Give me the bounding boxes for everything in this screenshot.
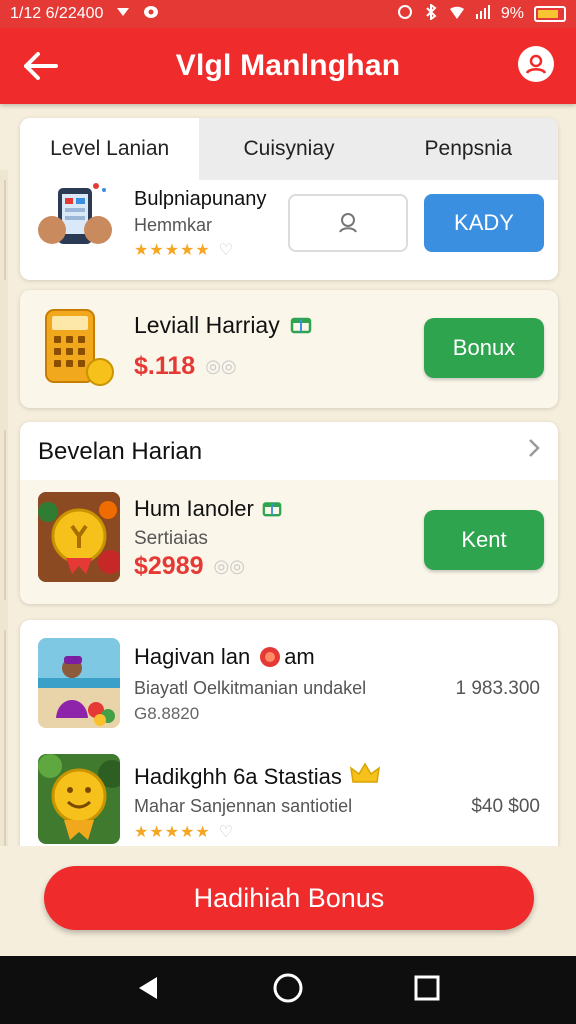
level-price: $.118 xyxy=(134,352,196,380)
list-item-name: Hagivan lan xyxy=(134,644,251,669)
page-title: Vlgl Manlnghan xyxy=(175,49,401,82)
find-user-button[interactable] xyxy=(288,194,408,252)
daily-section-card: Bevelan Harian Hum Ianoler Sertiaias $29… xyxy=(20,422,558,604)
rating-stars-icon: ★★★★★ xyxy=(134,242,211,259)
kady-button[interactable]: KADY xyxy=(424,194,544,252)
coins-icon: ◎◎ xyxy=(205,356,237,376)
search-user-icon xyxy=(339,213,357,233)
kent-button[interactable]: Kent xyxy=(424,510,544,570)
level-price-row: $.118 ◎◎ xyxy=(134,352,237,381)
message-icon xyxy=(143,4,159,25)
daily-item-title-row: Hum Ianoler xyxy=(134,496,282,522)
featured-item-subtitle: Hemmkar xyxy=(134,215,213,235)
list-item-rating: ★★★★★ ♡ xyxy=(134,822,233,842)
list-card: Hagivan lan am Biayatl Oelkitmanian unda… xyxy=(20,620,558,856)
section-header[interactable]: Bevelan Harian xyxy=(20,422,558,480)
list-item-extra: G8.8820 xyxy=(134,704,200,723)
status-time: 1/12 6/22400 xyxy=(10,5,104,22)
status-bar: 1/12 6/22400 9% xyxy=(0,0,576,28)
list-item-amount: 1 983.300 xyxy=(455,678,540,699)
arrow-left-icon xyxy=(24,52,58,80)
list-item-description: Mahar Sanjennan santiotiel xyxy=(134,796,353,816)
tabs-card: Level Lanian Cuisyniay Penpsnia Bulpniap… xyxy=(20,118,558,280)
thumbs-up-icon: ♡ xyxy=(218,242,234,259)
system-nav-bar xyxy=(0,956,576,1024)
bonux-button[interactable]: Bonux xyxy=(424,318,544,378)
section-title: Bevelan Harian xyxy=(38,438,203,465)
tab-penpsnia[interactable]: Penpsnia xyxy=(378,118,558,180)
thumbs-up-icon: ♡ xyxy=(218,824,234,841)
phone-shopping-illustration xyxy=(36,180,116,256)
tab-bar: Level Lanian Cuisyniay Penpsnia xyxy=(20,118,558,180)
calculator-icon xyxy=(38,306,118,390)
daily-item-name: Hum Ianoler xyxy=(134,496,254,521)
battery-icon xyxy=(534,6,566,22)
nav-home-icon[interactable] xyxy=(272,972,304,1009)
alarm-icon xyxy=(397,4,413,25)
edge-divider xyxy=(4,430,6,600)
fire-badge-icon xyxy=(258,646,282,668)
wifi-icon xyxy=(449,4,465,25)
featured-item-name: Bulpniapunany xyxy=(134,188,267,210)
battery-percent: 9% xyxy=(500,5,524,22)
list-item-amount: $40 $00 xyxy=(471,796,540,817)
user-icon xyxy=(525,54,547,74)
signal-icon xyxy=(475,4,491,25)
daily-price-row: $2989 ◎◎ xyxy=(134,552,245,581)
gift-icon xyxy=(262,497,282,522)
daily-item-price: $2989 xyxy=(134,552,204,580)
level-title: Leviall Harriay xyxy=(134,312,280,338)
chevron-right-icon xyxy=(526,436,542,465)
coins-icon: ◎◎ xyxy=(213,556,245,576)
profile-button[interactable] xyxy=(518,46,554,82)
bonus-button[interactable]: Hadihiah Bonus xyxy=(44,866,534,930)
list-item-name: Hadikghh 6a Stastias xyxy=(134,763,342,789)
featured-item-info: Bulpniapunany Hemmkar ★★★★★ ♡ xyxy=(134,188,266,260)
nav-back-icon[interactable] xyxy=(135,974,163,1007)
list-item[interactable]: Hadikghh 6a Stastias Mahar Sanjennan san… xyxy=(20,744,558,856)
coin-badge-image xyxy=(38,492,120,582)
level-title-row: Leviall Harriay xyxy=(134,312,312,339)
list-item-title-row: Hagivan lan am xyxy=(134,644,315,670)
notification-icon xyxy=(115,4,131,25)
level-card: Leviall Harriay $.118 ◎◎ Bonux xyxy=(20,290,558,408)
list-item-description: Biayatl Oelkitmanian undakel xyxy=(134,678,367,698)
smiley-badge-image xyxy=(38,754,120,844)
bluetooth-icon xyxy=(423,3,439,25)
crown-icon xyxy=(349,762,380,791)
edge-divider xyxy=(4,180,6,280)
vendor-photo xyxy=(38,638,120,728)
nav-recents-icon[interactable] xyxy=(413,974,441,1007)
tab-cuisyniay[interactable]: Cuisyniay xyxy=(199,118,379,180)
back-button[interactable] xyxy=(20,48,60,84)
rating-stars-icon: ★★★★★ xyxy=(134,824,211,841)
tab-level-lanian[interactable]: Level Lanian xyxy=(20,118,200,180)
gift-icon xyxy=(290,312,312,339)
daily-item-subtitle: Sertiaias xyxy=(134,528,208,549)
list-item-name-suffix: am xyxy=(284,644,315,669)
list-item-title-row: Hadikghh 6a Stastias xyxy=(134,762,380,791)
list-item[interactable]: Hagivan lan am Biayatl Oelkitmanian unda… xyxy=(20,620,558,736)
app-header: Vlgl Manlnghan xyxy=(0,28,576,104)
